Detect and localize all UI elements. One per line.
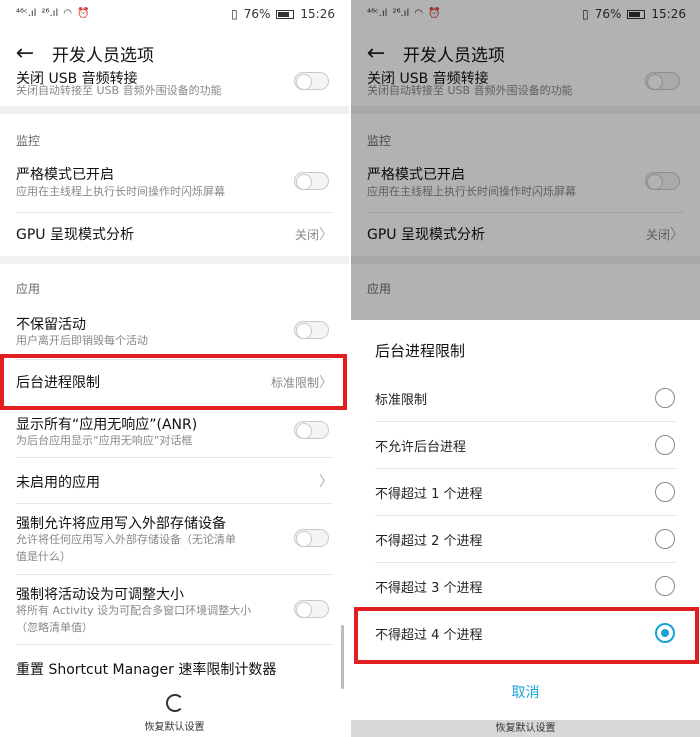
strict-mode-toggle[interactable] <box>294 172 329 190</box>
show-all-anr-toggle[interactable] <box>294 421 329 439</box>
option-max-3[interactable]: 不得超过 3 个进程 <box>351 563 700 610</box>
radio-icon[interactable] <box>655 529 675 549</box>
highlight-box <box>0 354 347 410</box>
gpu-profile-row[interactable]: GPU 呈现模式分析 关闭 〉 <box>0 213 349 261</box>
restore-defaults-button[interactable]: 恢复默认设置 <box>0 689 349 737</box>
gpu-profile-value: 关闭 <box>294 228 319 242</box>
cancel-button[interactable]: 取消 <box>351 682 700 702</box>
chevron-right-icon: 〉 <box>319 227 333 243</box>
dim-overlay[interactable] <box>351 0 700 320</box>
page-title: 开发人员选项 <box>52 45 154 66</box>
force-external-storage-row[interactable]: 强制允许将应用写入外部存储设备 允许将任何应用写入外部存储设备（无论清单 值是什… <box>0 504 349 574</box>
usb-audio-toggle[interactable] <box>294 72 329 90</box>
force-resizable-row[interactable]: 强制将活动设为可调整大小 将所有 Activity 设为可配合多窗口环境调整大小… <box>0 575 349 645</box>
settings-screen: ⁴⁶ᶜ.ıl ²⁶.ıl ◠ ⏰ ▯ 76% 15:26 ← 开发人员选项 关闭… <box>0 0 349 737</box>
signal-icon-2: ²⁶.ıl <box>41 8 59 19</box>
dont-keep-activities-toggle[interactable] <box>294 321 329 339</box>
radio-icon[interactable] <box>655 388 675 408</box>
inactive-apps-row[interactable]: 未启用的应用 〉 <box>0 458 349 504</box>
back-arrow-icon[interactable]: ← <box>14 41 36 66</box>
chevron-right-icon: 〉 <box>319 474 333 490</box>
dialog-title: 后台进程限制 <box>375 342 466 360</box>
option-standard[interactable]: 标准限制 <box>351 375 700 422</box>
show-all-anr-row[interactable]: 显示所有“应用无响应”(ANR) 为后台应用显示“应用无响应”对话框 <box>0 408 349 460</box>
dont-keep-activities-row[interactable]: 不保留活动 用户离开后即销毁每个活动 <box>0 306 349 360</box>
option-max-2[interactable]: 不得超过 2 个进程 <box>351 516 700 563</box>
force-external-storage-toggle[interactable] <box>294 529 329 547</box>
option-max-1[interactable]: 不得超过 1 个进程 <box>351 469 700 516</box>
signal-icon: ⁴⁶ᶜ.ıl <box>16 8 37 19</box>
reset-shortcut-manager-row[interactable]: 重置 Shortcut Manager 速率限制计数器 <box>0 645 349 689</box>
battery-percent: 76% <box>243 7 271 21</box>
status-bar: ⁴⁶ᶜ.ıl ²⁶.ıl ◠ ⏰ ▯ 76% 15:26 <box>0 0 349 30</box>
radio-icon[interactable] <box>655 435 675 455</box>
vibrate-icon: ▯ <box>231 7 238 21</box>
force-resizable-toggle[interactable] <box>294 600 329 618</box>
radio-icon[interactable] <box>655 576 675 596</box>
section-header-monitor: 监控 <box>16 134 41 148</box>
highlight-box <box>354 607 699 664</box>
clock: 15:26 <box>300 7 335 21</box>
section-header-apps: 应用 <box>16 282 41 296</box>
dialog-screen: ⁴⁶ᶜ.ıl ²⁶.ıl ◠ ⏰ ▯ 76% 15:26 ← 开发人员选项 关闭… <box>351 0 700 737</box>
radio-icon[interactable] <box>655 482 675 502</box>
strict-mode-row[interactable]: 严格模式已开启 应用在主线程上执行长时间操作时闪烁屏幕 <box>0 158 349 212</box>
restore-icon <box>165 694 184 712</box>
usb-audio-row[interactable]: 关闭 USB 音频转接 关闭自动转接至 USB 音频外围设备的功能 <box>0 68 349 100</box>
alarm-icon: ⏰ <box>76 8 90 19</box>
scrollbar[interactable] <box>341 625 344 689</box>
option-no-background[interactable]: 不允许后台进程 <box>351 422 700 469</box>
wifi-icon: ◠ <box>63 8 72 19</box>
section-gap <box>0 106 349 114</box>
battery-icon <box>276 9 295 19</box>
restore-defaults-button[interactable]: 恢复默认设置 <box>351 720 700 737</box>
section-gap <box>0 256 349 264</box>
